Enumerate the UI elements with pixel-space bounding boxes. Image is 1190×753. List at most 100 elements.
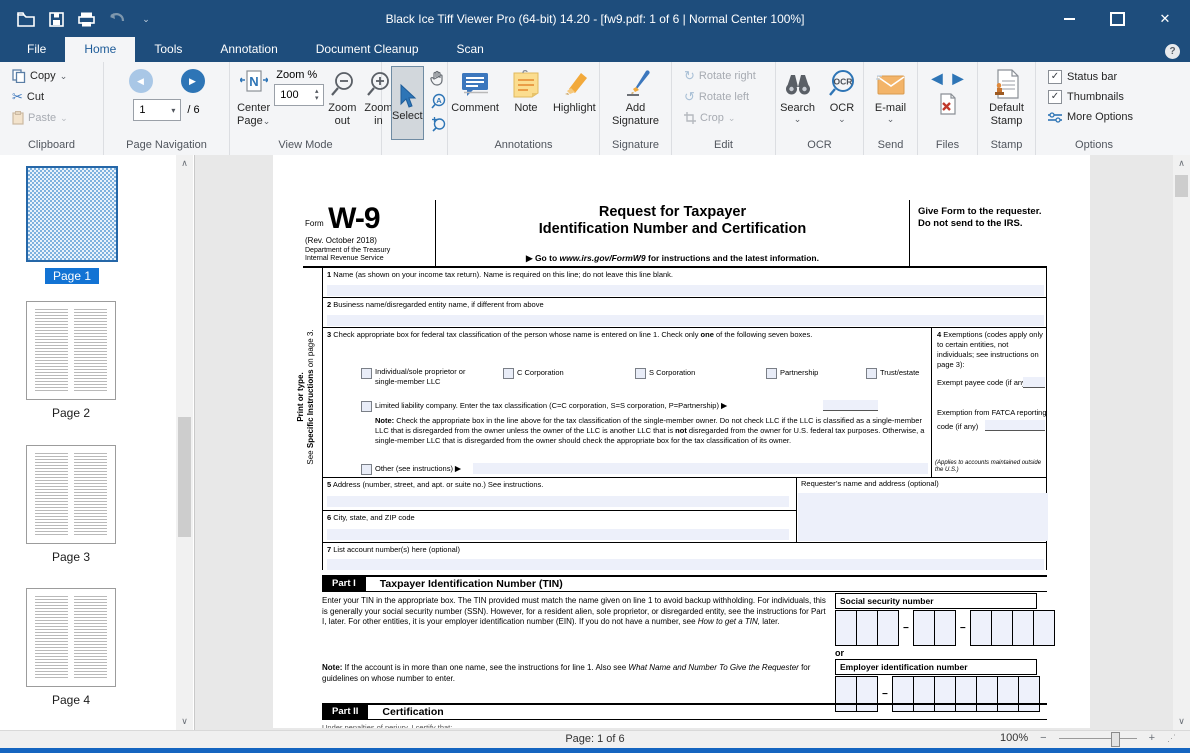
previous-page-button[interactable]: ◀ — [129, 69, 153, 93]
ssn-digit-box[interactable] — [835, 610, 857, 646]
zoom-slider[interactable] — [1059, 738, 1137, 739]
rotate-left-button[interactable]: ↺ Rotate left — [680, 86, 772, 107]
tab-tools[interactable]: Tools — [135, 37, 201, 62]
more-options-button[interactable]: More Options — [1044, 107, 1149, 127]
thumbnail-page-3[interactable]: Page 3 — [26, 445, 116, 564]
scrollbar-thumb[interactable] — [1175, 175, 1188, 197]
pan-hand-icon[interactable] — [428, 68, 448, 88]
previous-file-button[interactable]: ◀ — [932, 70, 943, 87]
undo-icon[interactable] — [106, 10, 126, 28]
scroll-up-icon[interactable]: ∧ — [1173, 155, 1190, 172]
c-corporation-checkbox[interactable] — [503, 368, 514, 379]
thumbnail-image[interactable] — [26, 588, 116, 687]
llc-classification-field[interactable] — [823, 400, 878, 411]
requester-field[interactable] — [798, 493, 1048, 541]
zoom-to-area-icon[interactable]: A — [428, 91, 448, 111]
s-corporation-checkbox[interactable] — [635, 368, 646, 379]
document-area[interactable]: Form W-9 (Rev. October 2018) Department … — [195, 155, 1173, 730]
paste-button[interactable]: Paste⌄ — [8, 107, 100, 128]
ssn-digit-box[interactable] — [1013, 610, 1034, 646]
thumbnail-scrollbar[interactable]: ∧ ∨ — [176, 155, 193, 730]
form-title-line1: Request for Taxpayer — [539, 204, 806, 221]
email-button[interactable]: E-mail ⌄ — [871, 65, 911, 138]
zoom-out-button[interactable]: Zoomout — [324, 65, 360, 138]
thumbnail-page-2[interactable]: Page 2 — [26, 301, 116, 420]
add-signature-button[interactable]: AddSignature — [608, 65, 663, 138]
cut-button[interactable]: ✂ Cut — [8, 86, 100, 107]
copy-button[interactable]: Copy⌄ — [8, 65, 100, 86]
city-state-zip-field[interactable] — [327, 529, 789, 540]
partnership-checkbox[interactable] — [766, 368, 777, 379]
exempt-payee-field[interactable] — [1023, 377, 1045, 388]
document-scrollbar[interactable]: ∧ ∨ — [1173, 155, 1190, 730]
thumbnail-image[interactable] — [26, 445, 116, 544]
thumbnails-checkbox[interactable]: ✓ Thumbnails — [1044, 87, 1149, 107]
maximize-button[interactable] — [1106, 8, 1128, 30]
delete-file-button[interactable] — [939, 93, 957, 115]
save-icon[interactable] — [46, 10, 66, 28]
next-file-button[interactable]: ▶ — [953, 70, 964, 87]
trust-estate-checkbox[interactable] — [866, 368, 877, 379]
highlight-button[interactable]: Highlight — [549, 65, 600, 138]
individual-checkbox[interactable] — [361, 368, 372, 379]
account-numbers-field[interactable] — [327, 559, 1044, 570]
zoom-slider-minus-icon[interactable]: − — [1040, 732, 1046, 744]
select-tool-button[interactable]: Select — [391, 66, 424, 140]
open-file-icon[interactable] — [16, 10, 36, 28]
ssn-digit-box[interactable] — [935, 610, 956, 646]
address-field[interactable] — [327, 496, 789, 507]
page-number-combobox[interactable]: 1 ▾ — [133, 99, 181, 121]
crop-button[interactable]: Crop⌄ — [680, 107, 772, 128]
thumbnail-image[interactable] — [26, 301, 116, 400]
business-name-field[interactable] — [327, 315, 1044, 326]
ocr-button[interactable]: OCR OCR ⌄ — [821, 65, 863, 138]
other-checkbox[interactable] — [361, 464, 372, 475]
fatca-field[interactable] — [985, 420, 1045, 431]
note-button[interactable]: Note — [507, 65, 545, 138]
print-icon[interactable] — [76, 10, 96, 28]
tab-document-cleanup[interactable]: Document Cleanup — [297, 37, 438, 62]
ssn-digit-box[interactable] — [992, 610, 1013, 646]
thumbnail-image-selected[interactable] — [26, 166, 118, 262]
center-page-icon: N — [240, 68, 268, 100]
zoom-percent-spinner[interactable]: 100 ▴▾ — [274, 84, 324, 106]
part2-title: Certification — [382, 706, 443, 718]
thumbnail-page-1[interactable]: Page 1 — [26, 166, 118, 284]
thumbnail-page-4[interactable]: Page 4 — [26, 588, 116, 707]
part1-paragraph: Enter your TIN in the appropriate box. T… — [322, 596, 827, 628]
comment-button[interactable]: Comment — [447, 65, 503, 138]
ssn-digit-box[interactable] — [1034, 610, 1055, 646]
scroll-down-icon[interactable]: ∨ — [176, 713, 193, 730]
ssn-digit-box[interactable] — [857, 610, 878, 646]
status-bar: Page: 1 of 6 100% − + ⋰ — [0, 730, 1190, 749]
tab-file[interactable]: File — [8, 37, 65, 62]
document-page[interactable]: Form W-9 (Rev. October 2018) Department … — [273, 155, 1090, 728]
tab-home[interactable]: Home — [65, 37, 135, 62]
tab-annotation[interactable]: Annotation — [201, 37, 296, 62]
scrollbar-thumb[interactable] — [178, 417, 191, 537]
rotate-right-button[interactable]: ↻ Rotate right — [680, 65, 772, 86]
spinner-down-icon[interactable]: ▾ — [315, 95, 319, 102]
ssn-digit-box[interactable] — [878, 610, 899, 646]
help-icon[interactable]: ? — [1165, 44, 1180, 59]
name-field[interactable] — [327, 285, 1044, 296]
center-page-button[interactable]: N Center Page⌄ — [233, 65, 274, 138]
scroll-up-icon[interactable]: ∧ — [176, 155, 193, 172]
llc-checkbox[interactable] — [361, 401, 372, 412]
close-button[interactable]: ✕ — [1154, 8, 1176, 30]
spinner-up-icon[interactable]: ▴ — [315, 88, 319, 95]
minimize-button[interactable] — [1058, 8, 1080, 30]
zoom-slider-plus-icon[interactable]: + — [1149, 732, 1155, 744]
dynamic-zoom-icon[interactable] — [428, 114, 448, 134]
ssn-digit-box[interactable] — [970, 610, 992, 646]
tab-scan[interactable]: Scan — [438, 37, 503, 62]
status-bar-checkbox[interactable]: ✓ Status bar — [1044, 67, 1149, 87]
default-stamp-button[interactable]: DefaultStamp — [985, 65, 1028, 138]
customize-quick-access-icon[interactable]: ⌄ — [136, 10, 156, 28]
scroll-down-icon[interactable]: ∨ — [1173, 713, 1190, 730]
search-button[interactable]: Search ⌄ — [776, 65, 819, 138]
other-field[interactable] — [473, 463, 928, 474]
zoom-slider-thumb[interactable] — [1111, 732, 1120, 747]
next-page-button[interactable]: ▶ — [181, 69, 205, 93]
ssn-digit-box[interactable] — [913, 610, 935, 646]
